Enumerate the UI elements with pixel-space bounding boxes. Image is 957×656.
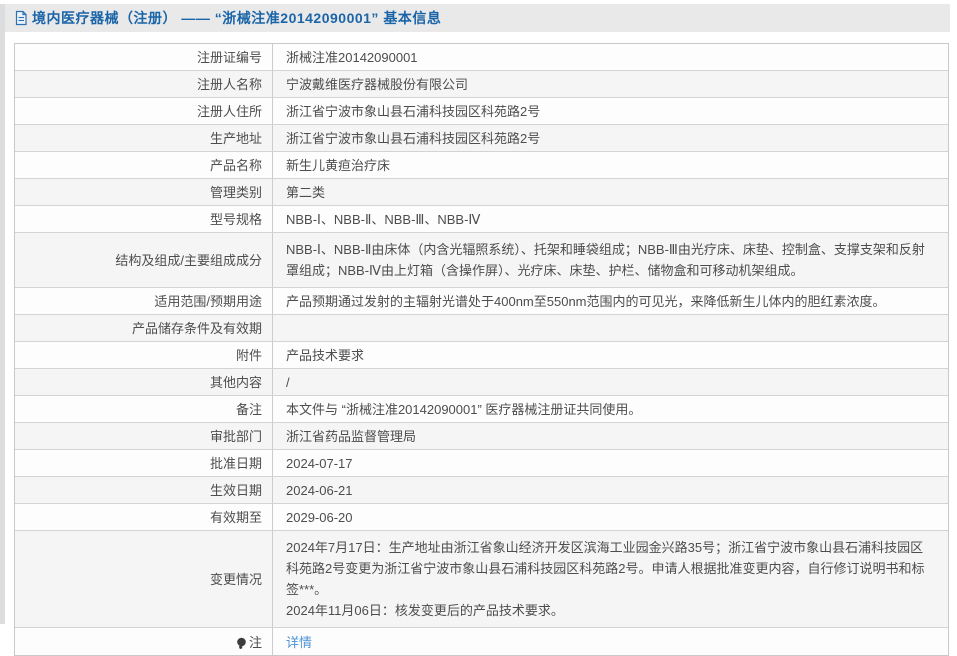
- details-link[interactable]: 详情: [286, 634, 936, 651]
- table-row-effective-date: 生效日期 2024-06-21: [15, 477, 948, 504]
- row-label: 注: [15, 628, 273, 655]
- row-value: 2024-07-17: [286, 455, 936, 472]
- row-label: 注册证编号: [15, 44, 273, 70]
- row-label: 变更情况: [15, 531, 273, 627]
- table-row-note: 注 详情: [15, 628, 948, 655]
- document-icon: [14, 10, 28, 26]
- table-row-model-spec: 型号规格 NBB-Ⅰ、NBB-Ⅱ、NBB-Ⅲ、NBB-Ⅳ: [15, 206, 948, 233]
- row-value: 2024-06-21: [286, 482, 936, 499]
- bulb-icon: [236, 637, 247, 650]
- row-label: 注册人住所: [15, 98, 273, 124]
- row-label: 产品储存条件及有效期: [15, 315, 273, 341]
- change-history-line: 2024年11月06日：核发变更后的产品技术要求。: [286, 600, 936, 621]
- note-label: 注: [249, 634, 262, 651]
- row-value: 第二类: [286, 184, 936, 201]
- table-row-registrant-address: 注册人住所 浙江省宁波市象山县石浦科技园区科苑路2号: [15, 98, 948, 125]
- row-label: 审批部门: [15, 423, 273, 449]
- row-label: 附件: [15, 342, 273, 368]
- row-value: /: [286, 374, 936, 391]
- row-label: 生效日期: [15, 477, 273, 503]
- table-row-approval-department: 审批部门 浙江省药品监督管理局: [15, 423, 948, 450]
- row-label: 注册人名称: [15, 71, 273, 97]
- row-label: 适用范围/预期用途: [15, 288, 273, 314]
- row-value: 浙江省宁波市象山县石浦科技园区科苑路2号: [286, 103, 936, 120]
- table-row-reg-number: 注册证编号 浙械注准20142090001: [15, 44, 948, 71]
- table-row-other-content: 其他内容 /: [15, 369, 948, 396]
- table-row-production-address: 生产地址 浙江省宁波市象山县石浦科技园区科苑路2号: [15, 125, 948, 152]
- row-label: 其他内容: [15, 369, 273, 395]
- table-row-approval-date: 批准日期 2024-07-17: [15, 450, 948, 477]
- row-label: 有效期至: [15, 504, 273, 530]
- table-row-attachment: 附件 产品技术要求: [15, 342, 948, 369]
- row-value: 本文件与 “浙械注准20142090001” 医疗器械注册证共同使用。: [286, 401, 936, 418]
- row-value: 2029-06-20: [286, 509, 936, 526]
- table-row-intended-use: 适用范围/预期用途 产品预期通过发射的主辐射光谱处于400nm至550nm范围内…: [15, 288, 948, 315]
- registration-info-table: 注册证编号 浙械注准20142090001 注册人名称 宁波戴维医疗器械股份有限…: [14, 43, 949, 656]
- row-label: 批准日期: [15, 450, 273, 476]
- table-row-structure-composition: 结构及组成/主要组成成分 NBB-Ⅰ、NBB-Ⅱ由床体（内含光辐照系统）、托架和…: [15, 233, 948, 288]
- page-title: 境内医疗器械（注册） —— “浙械注准20142090001” 基本信息: [32, 8, 441, 28]
- table-row-remarks: 备注 本文件与 “浙械注准20142090001” 医疗器械注册证共同使用。: [15, 396, 948, 423]
- row-label: 产品名称: [15, 152, 273, 178]
- table-row-expiry-date: 有效期至 2029-06-20: [15, 504, 948, 531]
- row-value: NBB-Ⅰ、NBB-Ⅱ由床体（内含光辐照系统）、托架和睡袋组成；NBB-Ⅲ由光疗…: [286, 239, 936, 281]
- table-row-product-name: 产品名称 新生儿黄疸治疗床: [15, 152, 948, 179]
- row-label: 结构及组成/主要组成成分: [15, 233, 273, 287]
- row-value: NBB-Ⅰ、NBB-Ⅱ、NBB-Ⅲ、NBB-Ⅳ: [286, 211, 936, 228]
- row-value: 产品技术要求: [286, 347, 936, 364]
- table-row-change-history: 变更情况 2024年7月17日：生产地址由浙江省象山经济开发区滨海工业园金兴路3…: [15, 531, 948, 628]
- row-label: 备注: [15, 396, 273, 422]
- row-value: 产品预期通过发射的主辐射光谱处于400nm至550nm范围内的可见光，来降低新生…: [286, 293, 936, 310]
- table-row-registrant-name: 注册人名称 宁波戴维医疗器械股份有限公司: [15, 71, 948, 98]
- page-header: 境内医疗器械（注册） —— “浙械注准20142090001” 基本信息: [5, 4, 950, 32]
- row-value: 浙江省宁波市象山县石浦科技园区科苑路2号: [286, 130, 936, 147]
- row-value: 浙江省药品监督管理局: [286, 428, 936, 445]
- table-row-storage-validity: 产品储存条件及有效期: [15, 315, 948, 342]
- change-history-line: 2024年7月17日：生产地址由浙江省象山经济开发区滨海工业园金兴路35号；浙江…: [286, 537, 936, 600]
- table-row-management-class: 管理类别 第二类: [15, 179, 948, 206]
- row-label: 生产地址: [15, 125, 273, 151]
- row-value: 新生儿黄疸治疗床: [286, 157, 936, 174]
- row-value: 宁波戴维医疗器械股份有限公司: [286, 76, 936, 93]
- row-value: 浙械注准20142090001: [286, 49, 936, 66]
- page-left-edge: [0, 4, 5, 624]
- row-label: 型号规格: [15, 206, 273, 232]
- row-label: 管理类别: [15, 179, 273, 205]
